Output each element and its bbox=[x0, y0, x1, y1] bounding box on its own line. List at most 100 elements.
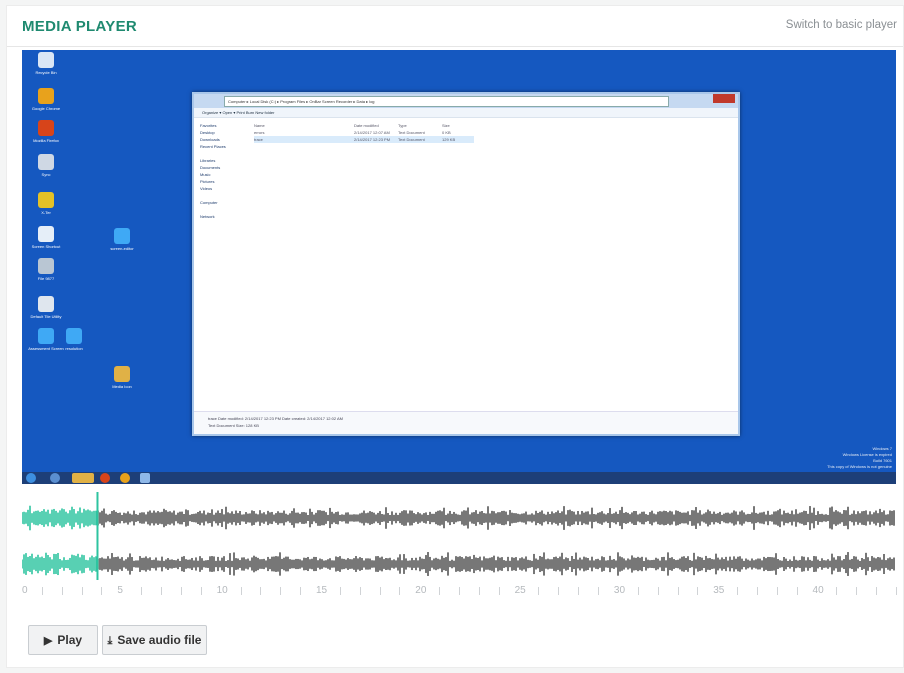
timeline-tick bbox=[81, 587, 83, 595]
desktop-icon-label: Media Icon bbox=[112, 384, 132, 389]
taskbar bbox=[22, 472, 896, 484]
save-audio-file-button[interactable]: ⤓ Save audio file bbox=[102, 625, 207, 655]
explorer-sidebar-item: Downloads bbox=[200, 137, 220, 142]
explorer-sidebar-item: Desktop bbox=[200, 130, 215, 135]
timeline-tick bbox=[200, 587, 202, 595]
explorer-toolbar: Organize ▾ Open ▾ Print Burn New folder bbox=[194, 108, 738, 118]
switch-to-basic-player-link[interactable]: Switch to basic player bbox=[786, 19, 897, 31]
explorer-cell: Size bbox=[442, 123, 450, 128]
explorer-sidebar-item: Videos bbox=[200, 186, 213, 191]
timeline-label: 25 bbox=[514, 585, 526, 596]
timeline-tick bbox=[776, 587, 778, 595]
explorer-cell: Date modified bbox=[354, 123, 379, 128]
timeline-tick bbox=[41, 587, 43, 595]
explorer-cell: Text Document bbox=[398, 130, 425, 135]
explorer-cell: 129 KB bbox=[442, 137, 456, 142]
explorer-file-list: Name Date modified Type Size errors 2/14/2017… bbox=[254, 122, 474, 143]
explorer-titlebar: Computer ▸ Local Disk (C:) ▸ Program Fil… bbox=[194, 94, 738, 108]
desktop-icon-label: X-Ter bbox=[41, 210, 51, 215]
timeline-tick bbox=[280, 587, 282, 595]
save-label: Save audio file bbox=[117, 633, 202, 647]
timeline-tick bbox=[61, 587, 63, 595]
media-icon bbox=[114, 366, 130, 382]
explorer-file-row: errors 2/14/2017 12:07 AM Text Document 0 K… bbox=[254, 129, 474, 136]
timeline-tick bbox=[856, 587, 858, 595]
timeline-label: 5 bbox=[117, 585, 123, 596]
timeline-tick bbox=[677, 587, 679, 595]
timeline-tick bbox=[300, 587, 302, 595]
status-line-2: Text Document Size: 128 KB bbox=[208, 423, 259, 428]
timeline-tick bbox=[240, 587, 242, 595]
explorer-cell: Type bbox=[398, 123, 407, 128]
explorer-file-row: Name Date modified Type Size bbox=[254, 122, 474, 129]
explorer-sidebar-item: Music bbox=[200, 172, 211, 177]
explorer-sidebar-item bbox=[200, 206, 248, 213]
resolution-icon bbox=[66, 328, 82, 344]
timeline-tick bbox=[141, 587, 143, 595]
timeline-tick bbox=[657, 587, 659, 595]
screen-shortcut-icon bbox=[38, 226, 54, 242]
explorer-cell: 0 KB bbox=[442, 130, 451, 135]
timeline-tick bbox=[498, 587, 500, 595]
desktop-icon[interactable]: Media Icon bbox=[102, 366, 142, 389]
chrome-taskbar-icon bbox=[120, 473, 130, 483]
desktop-icon-label: Sync bbox=[41, 172, 51, 177]
timeline-tick bbox=[359, 587, 361, 595]
audio-waveform[interactable] bbox=[22, 488, 896, 580]
recycle-bin-icon bbox=[38, 52, 54, 68]
timeline-tick bbox=[478, 587, 480, 595]
desktop-icon-label: Mozilla Firefox bbox=[33, 138, 59, 143]
explorer-sidebar-item: Favorites bbox=[200, 123, 217, 128]
screen-editor-icon bbox=[114, 228, 130, 244]
desktop-icon[interactable]: Mozilla Firefox bbox=[26, 120, 66, 143]
timeline-label: 35 bbox=[713, 585, 725, 596]
desktop-icon[interactable]: Google Chrome bbox=[26, 88, 66, 111]
timeline-label: 40 bbox=[812, 585, 824, 596]
explorer-address-bar: Computer ▸ Local Disk (C:) ▸ Program Fil… bbox=[224, 96, 669, 107]
desktop-icon[interactable]: resolution bbox=[54, 328, 94, 351]
play-icon: ▶ bbox=[43, 635, 53, 647]
desktop-icon-label: Google Chrome bbox=[31, 106, 61, 111]
explorer-status-bar: trace Date modified: 2/14/2017 12:23 PM … bbox=[194, 411, 738, 434]
tile-utility-icon bbox=[38, 296, 54, 312]
chrome-icon bbox=[38, 88, 54, 104]
timeline-tick bbox=[439, 587, 441, 595]
explorer-sidebar-item: Documents bbox=[200, 165, 221, 170]
player-header: MEDIA PLAYER Switch to basic player bbox=[7, 6, 903, 47]
start-icon bbox=[26, 473, 36, 483]
timeline-tick bbox=[876, 587, 878, 595]
assessment-icon bbox=[38, 328, 54, 344]
explorer-sidebar-item: Network bbox=[200, 214, 215, 219]
timeline-label: 15 bbox=[315, 585, 328, 596]
timeline-tick bbox=[459, 587, 460, 595]
timeline-tick bbox=[399, 587, 401, 595]
explorer-taskbar-icon bbox=[72, 473, 94, 483]
desktop-icon-label: Recycle Bin bbox=[35, 70, 57, 75]
desktop-icon[interactable]: screen-editor bbox=[102, 228, 142, 251]
explorer-sidebar-item: Libraries bbox=[200, 158, 216, 163]
timeline-ruler[interactable]: 0 5 10 15 20 25 30 35 40 bbox=[22, 582, 897, 602]
explorer-sidebar-item bbox=[200, 150, 248, 157]
desktop-icon[interactable]: X-Ter bbox=[26, 192, 66, 215]
firefox-icon bbox=[38, 120, 54, 136]
timeline-tick bbox=[379, 587, 381, 595]
timeline-tick bbox=[538, 587, 540, 595]
desktop-icon[interactable]: Default Tile Utility bbox=[26, 296, 66, 319]
explorer-sidebar-item: Computer bbox=[200, 200, 218, 205]
timeline-tick bbox=[101, 587, 103, 595]
timeline-tick bbox=[598, 587, 600, 595]
explorer-cell: errors bbox=[254, 130, 265, 135]
explorer-file-row: trace 2/14/2017 12:23 PM Text Document 129 … bbox=[254, 136, 474, 143]
watermark-line: This copy of Windows is not genuine bbox=[827, 464, 892, 469]
play-button[interactable]: ▶ Play bbox=[28, 625, 98, 655]
timeline-tick bbox=[896, 587, 897, 595]
desktop-icon-label: screen-editor bbox=[110, 246, 134, 251]
video-frame[interactable]: Recycle Bin Google Chrome Mozilla Firefox S… bbox=[22, 50, 896, 484]
explorer-window: Computer ▸ Local Disk (C:) ▸ Program Fil… bbox=[192, 92, 740, 436]
desktop-icon[interactable]: Recycle Bin bbox=[26, 52, 66, 75]
desktop-icon[interactable]: Screen Shortcut bbox=[26, 226, 66, 249]
x-app-icon bbox=[38, 192, 54, 208]
windows-watermark: Windows 7 Windows License is expired Build… bbox=[827, 446, 892, 470]
desktop-icon[interactable]: File 9877 bbox=[26, 258, 66, 281]
desktop-icon[interactable]: Sync bbox=[26, 154, 66, 177]
